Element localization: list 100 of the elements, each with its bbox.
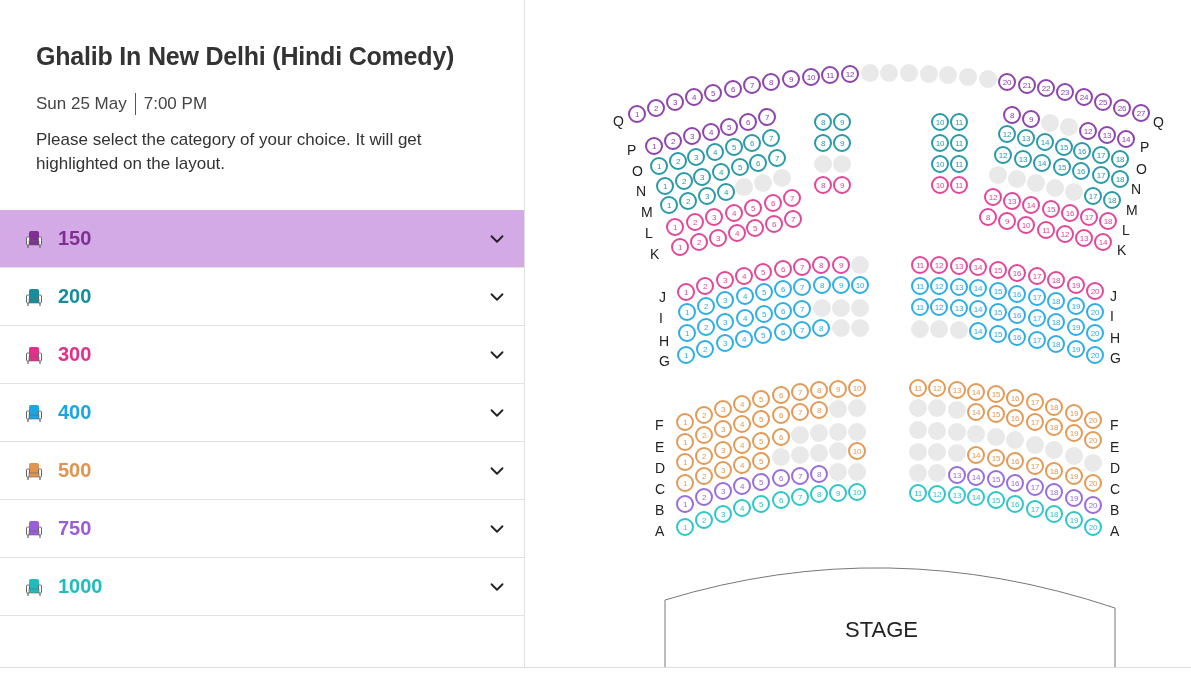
seat[interactable]: 11	[950, 176, 968, 194]
seat[interactable]: 1	[676, 413, 694, 431]
seat[interactable]: 18	[1047, 335, 1065, 353]
seat[interactable]: 13	[950, 257, 968, 275]
seat[interactable]: 13	[1003, 192, 1021, 210]
seat[interactable]: 8	[814, 134, 832, 152]
seat[interactable]: 18	[1099, 212, 1117, 230]
seat[interactable]: 5	[704, 84, 722, 102]
seat[interactable]: 6	[774, 323, 792, 341]
seat[interactable]: 10	[1017, 216, 1035, 234]
seat[interactable]: 11	[950, 134, 968, 152]
seat[interactable]: 17	[1080, 208, 1098, 226]
seat[interactable]: 7	[768, 149, 786, 167]
seat[interactable]: 15	[987, 491, 1005, 509]
seat[interactable]: 4	[735, 267, 753, 285]
seat[interactable]: 3	[698, 187, 716, 205]
seat[interactable]: 3	[687, 148, 705, 166]
seat[interactable]: 11	[821, 66, 839, 84]
seat[interactable]: 9	[833, 176, 851, 194]
seat[interactable]: 16	[1061, 204, 1079, 222]
seat[interactable]: 10	[931, 134, 949, 152]
seat[interactable]: 11	[1037, 221, 1055, 239]
seat[interactable]: 7	[791, 488, 809, 506]
seat[interactable]: 20	[1086, 282, 1104, 300]
seat[interactable]: 6	[772, 469, 790, 487]
seat[interactable]: 3	[705, 208, 723, 226]
seat[interactable]: 19	[1067, 297, 1085, 315]
seat[interactable]: 9	[998, 212, 1016, 230]
seat[interactable]: 6	[772, 428, 790, 446]
seat[interactable]: 15	[987, 405, 1005, 423]
seat[interactable]: 15	[989, 325, 1007, 343]
seat[interactable]: 4	[733, 395, 751, 413]
seat[interactable]: 10	[802, 68, 820, 86]
seat[interactable]: 1	[650, 157, 668, 175]
seat[interactable]: 1	[677, 283, 695, 301]
seat[interactable]: 4	[733, 436, 751, 454]
seat[interactable]: 13	[948, 381, 966, 399]
seat[interactable]: 16	[1072, 162, 1090, 180]
seat[interactable]: 4	[736, 287, 754, 305]
seat[interactable]: 12	[1079, 122, 1097, 140]
seat[interactable]: 13	[1075, 229, 1093, 247]
seat[interactable]: 26	[1113, 99, 1131, 117]
seat[interactable]: 3	[683, 127, 701, 145]
seat[interactable]: 18	[1045, 505, 1063, 523]
seat[interactable]: 25	[1094, 93, 1112, 111]
seat[interactable]: 2	[695, 511, 713, 529]
seat[interactable]: 3	[714, 441, 732, 459]
seat[interactable]: 4	[733, 456, 751, 474]
seat[interactable]: 17	[1026, 478, 1044, 496]
seat[interactable]: 14	[1022, 196, 1040, 214]
seat[interactable]: 8	[810, 465, 828, 483]
seat[interactable]: 6	[743, 134, 761, 152]
seat[interactable]: 3	[714, 400, 732, 418]
seat[interactable]: 3	[693, 168, 711, 186]
seat[interactable]: 8	[810, 381, 828, 399]
seat[interactable]: 6	[749, 154, 767, 172]
seat[interactable]: 5	[752, 473, 770, 491]
seat[interactable]: 16	[1008, 306, 1026, 324]
seat[interactable]: 10	[848, 442, 866, 460]
seat[interactable]: 19	[1067, 318, 1085, 336]
seat[interactable]: 9	[832, 276, 850, 294]
seat[interactable]: 12	[1056, 225, 1074, 243]
seat[interactable]: 1	[656, 177, 674, 195]
seat[interactable]: 4	[735, 330, 753, 348]
seat[interactable]: 17	[1028, 309, 1046, 327]
seat[interactable]: 11	[909, 484, 927, 502]
seat[interactable]: 19	[1065, 467, 1083, 485]
seat[interactable]: 16	[1008, 328, 1026, 346]
seat[interactable]: 16	[1073, 142, 1091, 160]
seat[interactable]: 14	[967, 446, 985, 464]
seat[interactable]: 6	[772, 406, 790, 424]
seat[interactable]: 8	[979, 208, 997, 226]
seat[interactable]: 15	[1042, 200, 1060, 218]
seat[interactable]: 2	[675, 172, 693, 190]
seat[interactable]: 1	[645, 137, 663, 155]
seat[interactable]: 6	[774, 280, 792, 298]
seat[interactable]: 4	[717, 183, 735, 201]
seat[interactable]: 14	[967, 383, 985, 401]
seat[interactable]: 7	[758, 108, 776, 126]
seat[interactable]: 14	[1094, 233, 1112, 251]
seat[interactable]: 1	[660, 196, 678, 214]
seat[interactable]: 15	[987, 470, 1005, 488]
seat[interactable]: 5	[731, 158, 749, 176]
seat[interactable]: 8	[810, 401, 828, 419]
seat[interactable]: 19	[1065, 404, 1083, 422]
seat[interactable]: 15	[987, 449, 1005, 467]
seat[interactable]: 5	[752, 452, 770, 470]
seat[interactable]: 14	[969, 300, 987, 318]
seat[interactable]: 3	[666, 93, 684, 111]
seat[interactable]: 2	[669, 152, 687, 170]
seat[interactable]: 5	[725, 138, 743, 156]
seat[interactable]: 2	[697, 318, 715, 336]
seat[interactable]: 18	[1047, 292, 1065, 310]
seat[interactable]: 7	[793, 258, 811, 276]
seat[interactable]: 27	[1132, 104, 1150, 122]
seat[interactable]: 11	[950, 113, 968, 131]
seat[interactable]: 14	[1117, 130, 1135, 148]
seat[interactable]: 7	[793, 321, 811, 339]
seat[interactable]: 11	[911, 256, 929, 274]
seat[interactable]: 20	[1086, 303, 1104, 321]
